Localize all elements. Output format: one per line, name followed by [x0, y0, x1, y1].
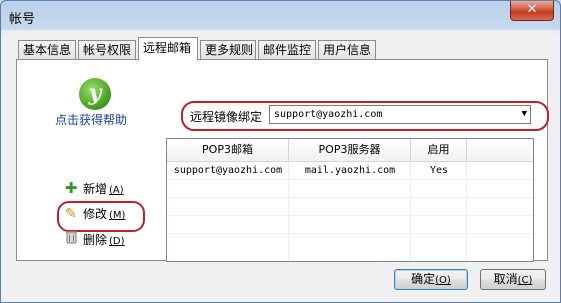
plus-icon: ✚ [64, 179, 78, 197]
tab-basic-info[interactable]: 基本信息 [18, 40, 76, 59]
add-button[interactable]: ✚ 新增 (A) [63, 178, 124, 198]
col-pop3-mailbox[interactable]: POP3邮箱 [167, 139, 289, 161]
ok-label: 确定 [411, 272, 436, 286]
remote-mailbox-panel: y 点击获得帮助 ✚ 新增 (A) ✎ 修改 (M) 删除 (D) 远程镜像绑定 supp… [16, 59, 549, 262]
trash-icon [63, 230, 79, 250]
row-divider [167, 197, 533, 198]
row-divider [167, 233, 533, 234]
mirror-bind-select[interactable]: support@yaozhi.com ▼ [269, 105, 531, 124]
close-icon: ✕ [526, 2, 538, 17]
ok-button[interactable]: 确定(O) [394, 269, 468, 290]
table-header: POP3邮箱 POP3服务器 启用 [167, 139, 533, 162]
edit-button[interactable]: ✎ 修改 (M) [63, 204, 125, 224]
chevron-down-icon: ▼ [521, 109, 527, 119]
delete-label: 删除 [83, 233, 108, 247]
cell-enabled: Yes [429, 165, 449, 176]
app-logo-icon: y [79, 78, 111, 110]
col-enabled[interactable]: 启用 [411, 139, 467, 161]
delete-button[interactable]: 删除 (D) [63, 230, 125, 250]
row-divider [167, 215, 533, 216]
mirror-bind-value: support@yaozhi.com [274, 109, 383, 120]
tab-remote-mailbox[interactable]: 远程邮箱 [138, 37, 198, 60]
tab-account-permissions[interactable]: 帐号权限 [78, 40, 136, 59]
account-dialog: 帐号 ✕ 基本信息 帐号权限 远程邮箱 更多规则 邮件监控 用户信息 y 点击获… [0, 0, 561, 303]
cancel-button[interactable]: 取消(C) [480, 269, 546, 290]
close-button[interactable]: ✕ [510, 1, 554, 21]
help-link[interactable]: 点击获得帮助 [55, 111, 127, 128]
window-title: 帐号 [9, 12, 36, 27]
edit-label: 修改 [83, 207, 108, 221]
tab-more-rules[interactable]: 更多规则 [200, 40, 256, 59]
pop3-table: POP3邮箱 POP3服务器 启用 support@yaozhi.com mai… [166, 138, 534, 262]
cancel-shortcut: (C) [517, 275, 533, 286]
title-bar[interactable]: 帐号 ✕ [1, 1, 560, 31]
edit-shortcut: (M) [109, 210, 126, 221]
dialog-body: 基本信息 帐号权限 远程邮箱 更多规则 邮件监控 用户信息 y 点击获得帮助 ✚… [8, 31, 553, 295]
cell-mailbox: support@yaozhi.com [173, 165, 283, 176]
cancel-label: 取消 [493, 272, 518, 286]
col-pop3-server[interactable]: POP3服务器 [289, 139, 411, 161]
delete-shortcut: (D) [109, 236, 125, 247]
add-label: 新增 [83, 182, 108, 196]
pencil-icon: ✎ [65, 206, 77, 222]
cell-server: mail.yaozhi.com [304, 165, 396, 176]
tab-user-info[interactable]: 用户信息 [318, 40, 376, 59]
mirror-bind-label: 远程镜像绑定 [190, 110, 263, 124]
add-shortcut: (A) [109, 185, 124, 196]
tab-mail-monitor[interactable]: 邮件监控 [258, 40, 316, 59]
ok-shortcut: (O) [435, 275, 451, 286]
